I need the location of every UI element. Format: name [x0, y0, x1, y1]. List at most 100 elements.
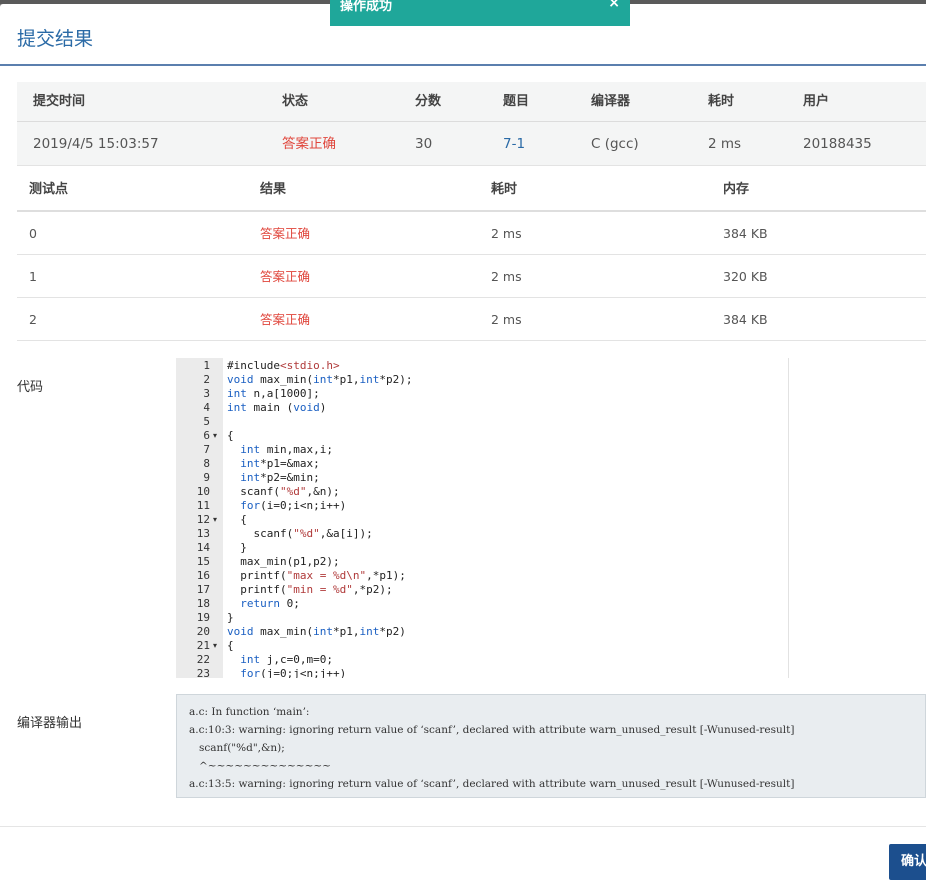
line-number: 21 — [196, 639, 210, 652]
table-row: 0 答案正确 2 ms 384 KB — [17, 212, 926, 255]
code-line: { — [227, 513, 247, 526]
testcase-memory: 384 KB — [723, 312, 768, 327]
header-status: 状态 — [282, 94, 309, 109]
line-number: 4 — [203, 401, 210, 414]
line-number: 18 — [196, 597, 210, 610]
close-icon[interactable]: × — [608, 0, 620, 10]
run-time: 2 ms — [708, 136, 742, 152]
testcase-result: 答案正确 — [260, 312, 311, 327]
code-line: scanf("%d",&a[i]); — [227, 527, 373, 540]
line-number: 20 — [196, 625, 210, 638]
status-badge: 答案正确 — [282, 136, 336, 152]
code-line: void max_min(int*p1,int*p2); — [227, 373, 413, 386]
line-number: 23 — [196, 667, 210, 678]
header-submit-time: 提交时间 — [33, 94, 86, 109]
testcase-result: 答案正确 — [260, 226, 311, 241]
toast-message: 操作成功 — [340, 0, 393, 14]
header-compiler: 编译器 — [591, 94, 631, 109]
confirm-button[interactable]: 确认 — [889, 844, 926, 880]
line-number: 10 — [196, 485, 210, 498]
header-time: 耗时 — [708, 94, 735, 109]
compiler-output-label: 编译器输出 — [17, 716, 83, 731]
testcase-memory: 384 KB — [723, 226, 768, 241]
compiler: C (gcc) — [591, 136, 639, 152]
compiler-output-line: scanf("%d",&n); — [189, 742, 285, 754]
line-number: 13 — [196, 527, 210, 540]
line-number: 12 — [196, 513, 210, 526]
header-user: 用户 — [803, 94, 830, 109]
line-number: 17 — [196, 583, 210, 596]
code-line: int*p2=&min; — [240, 471, 320, 484]
code-line: void max_min(int*p1,int*p2) — [227, 625, 406, 638]
line-number: 3 — [203, 387, 210, 400]
header-result: 结果 — [260, 182, 287, 197]
code-line: max_min(p1,p2); — [227, 555, 340, 568]
testcase-time: 2 ms — [491, 312, 522, 327]
code-line: #include<stdio.h> — [227, 359, 340, 372]
code-line: for(j=0;j<n;j++) — [240, 667, 347, 678]
compiler-output-line: a.c:10:3: warning: ignoring return value… — [189, 724, 795, 736]
code-label: 代码 — [17, 380, 44, 395]
user-id: 20188435 — [803, 136, 872, 152]
line-number: 15 — [196, 555, 210, 568]
header-testcase: 测试点 — [29, 182, 69, 197]
code-line: int*p1=&max; — [240, 457, 320, 470]
line-number: 22 — [196, 653, 210, 666]
code-line: for(i=0;i<n;i++) — [240, 499, 347, 512]
summary-table: 提交时间 状态 分数 题目 编译器 耗时 用户 2019/4/5 15:03:5… — [17, 82, 926, 166]
code-line: int min,max,i; — [240, 443, 333, 456]
header-problem: 题目 — [503, 94, 530, 109]
code-line: { — [227, 429, 234, 442]
line-number: 11 — [196, 499, 210, 512]
line-number: 7 — [203, 443, 210, 456]
code-line: } — [227, 541, 247, 554]
testcase-table: 测试点 结果 耗时 内存 0 答案正确 2 ms 384 KB 1 答案正确 2… — [17, 167, 926, 341]
table-row: 1 答案正确 2 ms 320 KB — [17, 255, 926, 298]
score: 30 — [415, 136, 433, 152]
compiler-output-line: a.c: In function ‘main’: — [189, 706, 310, 718]
line-number: 9 — [203, 471, 210, 484]
testcase-time: 2 ms — [491, 226, 522, 241]
compiler-output-panel[interactable]: a.c: In function ‘main’: a.c:10:3: warnin… — [176, 694, 926, 798]
testcase-memory: 320 KB — [723, 269, 768, 284]
fold-arrow-icon[interactable]: ▾ — [213, 515, 217, 524]
line-number: 6 — [203, 429, 210, 442]
line-number: 14 — [196, 541, 210, 554]
submit-time: 2019/4/5 15:03:57 — [33, 136, 159, 152]
line-number-gutter: 1 2 3 4 5 6 ▾ 7 8 9 10 11 12 ▾ 13 14 15 16 17 18 19 20 21 ▾ 22 23 — [176, 358, 223, 678]
line-number: 19 — [196, 611, 210, 624]
summary-header-row: 提交时间 状态 分数 题目 编译器 耗时 用户 — [17, 82, 926, 122]
success-toast: 操作成功 × — [330, 0, 630, 26]
testcase-result: 答案正确 — [260, 269, 311, 284]
code-line: } — [227, 611, 234, 624]
code-line: printf("min = %d",*p2); — [227, 583, 393, 596]
code-line: scanf("%d",&n); — [227, 485, 340, 498]
dialog-footer — [0, 826, 926, 827]
code-line: int j,c=0,m=0; — [240, 653, 333, 666]
compiler-output-line: a.c:13:5: warning: ignoring return value… — [189, 778, 795, 790]
line-number: 16 — [196, 569, 210, 582]
fold-arrow-icon[interactable]: ▾ — [213, 641, 217, 650]
compiler-output-line: ^~~~~~~~~~~~~~~ — [189, 760, 331, 772]
problem-link[interactable]: 7-1 — [503, 122, 525, 166]
summary-row: 2019/4/5 15:03:57 答案正确 30 7-1 C (gcc) 2 … — [17, 122, 926, 166]
testcase-time: 2 ms — [491, 269, 522, 284]
line-number: 8 — [203, 457, 210, 470]
table-row: 2 答案正确 2 ms 384 KB — [17, 298, 926, 341]
testcase-id: 0 — [29, 226, 37, 241]
code-editor[interactable]: 1 2 3 4 5 6 ▾ 7 8 9 10 11 12 ▾ 13 14 15 16 17 18 19 20 21 ▾ 22 23… — [176, 358, 789, 678]
code-line: int n,a[1000]; — [227, 387, 320, 400]
code-line: return 0; — [240, 597, 300, 610]
testcase-header-row: 测试点 结果 耗时 内存 — [17, 167, 926, 212]
line-number: 1 — [203, 359, 210, 372]
header-score: 分数 — [415, 94, 442, 109]
line-number: 2 — [203, 373, 210, 386]
code-line: { — [227, 639, 234, 652]
dialog-title: 提交结果 — [17, 28, 94, 50]
testcase-id: 2 — [29, 312, 37, 327]
header-memory: 内存 — [723, 182, 750, 197]
fold-arrow-icon[interactable]: ▾ — [213, 431, 217, 440]
header-tc-time: 耗时 — [491, 182, 518, 197]
code-line: printf("max = %d\n",*p1); — [227, 569, 406, 582]
line-number: 5 — [203, 415, 210, 428]
